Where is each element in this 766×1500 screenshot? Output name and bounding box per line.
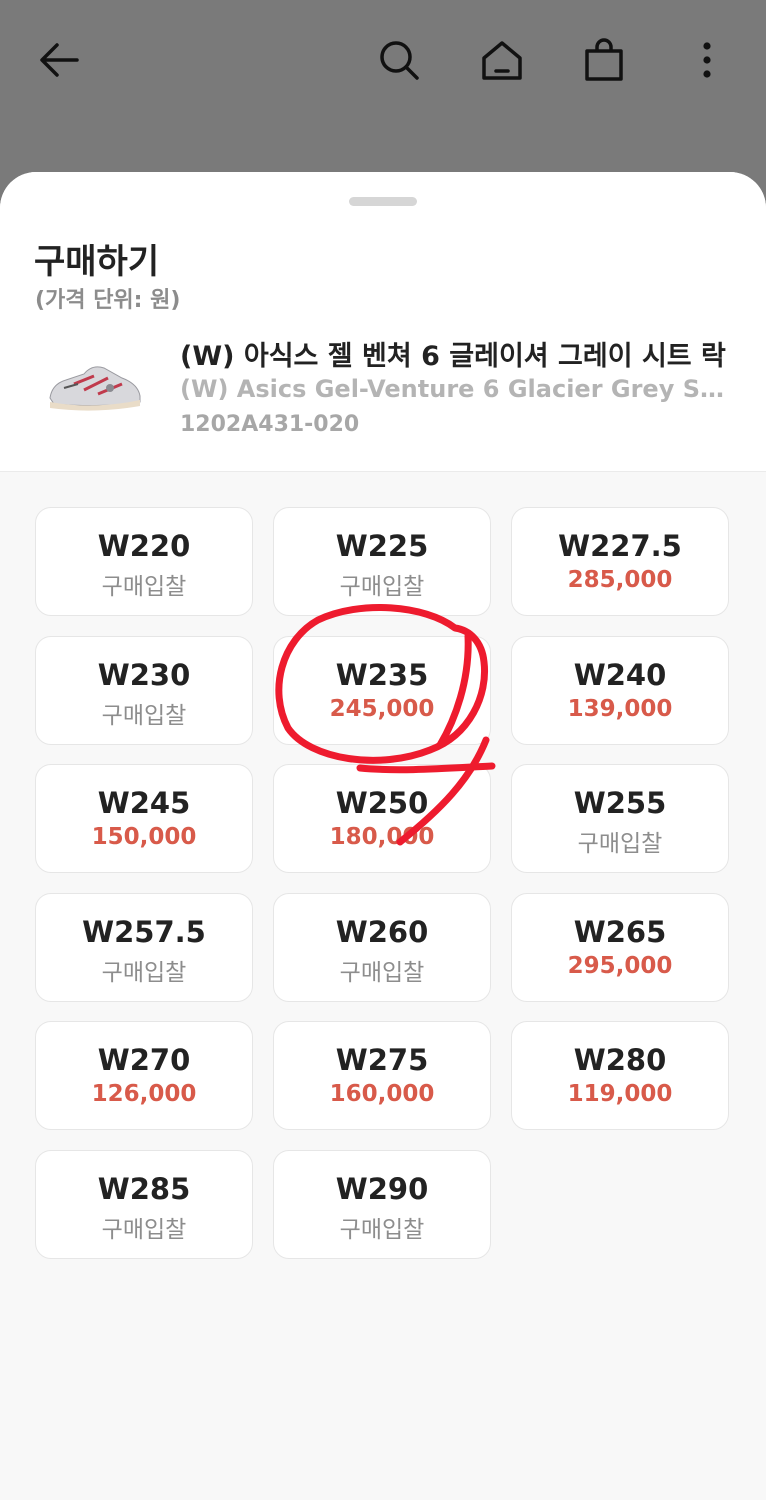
bid-label: 구매입찰 xyxy=(577,831,663,857)
lowest-price: 119,000 xyxy=(567,1081,673,1107)
sheet-header: 구매하기 (가격 단위: 원) (W) 아식스 젤 벤쳐 6 글레이셔 그레이 … xyxy=(0,172,766,472)
lowest-price: 295,000 xyxy=(567,952,673,979)
size-option-w240[interactable]: W240 139,000 xyxy=(511,635,729,745)
lowest-price: 150,000 xyxy=(91,824,197,850)
bid-label: 구매입찰 xyxy=(101,702,187,729)
search-icon[interactable] xyxy=(373,34,425,86)
lowest-price: 180,000 xyxy=(329,824,435,850)
size-option-w260[interactable]: W260 구매입찰 xyxy=(273,892,491,1002)
size-label: W227.5 xyxy=(558,529,682,563)
size-label: W280 xyxy=(573,1043,667,1077)
lowest-price: 285,000 xyxy=(567,567,673,593)
lowest-price: 245,000 xyxy=(329,695,435,722)
size-label: W255 xyxy=(573,786,667,820)
back-arrow-icon[interactable] xyxy=(33,34,85,86)
bid-label: 구매입찰 xyxy=(101,574,187,600)
size-option-w270[interactable]: W270 126,000 xyxy=(35,1021,253,1130)
home-icon[interactable] xyxy=(476,34,528,86)
lowest-price: 139,000 xyxy=(567,695,673,722)
size-option-w285[interactable]: W285 구매입찰 xyxy=(35,1149,253,1259)
size-label: W250 xyxy=(335,786,429,820)
size-option-w235[interactable]: W235 245,000 xyxy=(273,635,491,745)
size-label: W260 xyxy=(335,914,429,949)
product-thumbnail xyxy=(44,354,144,418)
size-option-w257-5[interactable]: W257.5 구매입찰 xyxy=(35,892,253,1002)
size-label: W225 xyxy=(335,529,429,563)
size-label: W240 xyxy=(573,657,667,692)
size-option-w265[interactable]: W265 295,000 xyxy=(511,892,729,1002)
top-navigation-bar xyxy=(0,0,766,175)
size-option-w227-5[interactable]: W227.5 285,000 xyxy=(511,507,729,616)
lowest-price: 160,000 xyxy=(329,1081,435,1107)
product-name-korean: (W) 아식스 젤 벤쳐 6 글레이셔 그레이 시트 락 xyxy=(180,341,726,372)
size-option-w220[interactable]: W220 구매입찰 xyxy=(35,507,253,616)
size-label: W275 xyxy=(335,1043,429,1077)
bid-label: 구매입찰 xyxy=(339,1216,425,1243)
size-option-w245[interactable]: W245 150,000 xyxy=(35,764,253,873)
size-option-w290[interactable]: W290 구매입찰 xyxy=(273,1149,491,1259)
size-label: W235 xyxy=(335,657,429,692)
size-label: W290 xyxy=(335,1171,429,1206)
bid-label: 구매입찰 xyxy=(101,1216,187,1243)
size-option-w230[interactable]: W230 구매입찰 xyxy=(35,635,253,745)
product-model-code: 1202A431-020 xyxy=(180,412,360,437)
bid-label: 구매입찰 xyxy=(339,574,425,600)
size-option-w280[interactable]: W280 119,000 xyxy=(511,1021,729,1130)
sheet-title: 구매하기 xyxy=(34,242,160,282)
price-unit-note: (가격 단위: 원) xyxy=(35,288,181,313)
size-label: W257.5 xyxy=(82,914,206,949)
lowest-price: 126,000 xyxy=(91,1081,197,1107)
size-label: W265 xyxy=(573,914,667,949)
size-option-w255[interactable]: W255 구매입찰 xyxy=(511,764,729,873)
bid-label: 구매입찰 xyxy=(339,959,425,986)
size-label: W285 xyxy=(97,1171,191,1206)
product-name-english: (W) Asics Gel-Venture 6 Glacier Grey Sh.… xyxy=(180,375,728,403)
size-label: W245 xyxy=(97,786,191,820)
size-label: W270 xyxy=(97,1043,191,1077)
size-label: W220 xyxy=(97,529,191,563)
size-option-w250[interactable]: W250 180,000 xyxy=(273,764,491,873)
more-vertical-icon[interactable] xyxy=(681,34,733,86)
bid-label: 구매입찰 xyxy=(101,959,187,986)
size-option-w225[interactable]: W225 구매입찰 xyxy=(273,507,491,616)
purchase-bottom-sheet: 구매하기 (가격 단위: 원) (W) 아식스 젤 벤쳐 6 글레이셔 그레이 … xyxy=(0,172,766,1500)
size-label: W230 xyxy=(97,657,191,692)
shopping-bag-icon[interactable] xyxy=(578,34,630,86)
size-option-w275[interactable]: W275 160,000 xyxy=(273,1021,491,1130)
drag-handle[interactable] xyxy=(349,197,417,206)
